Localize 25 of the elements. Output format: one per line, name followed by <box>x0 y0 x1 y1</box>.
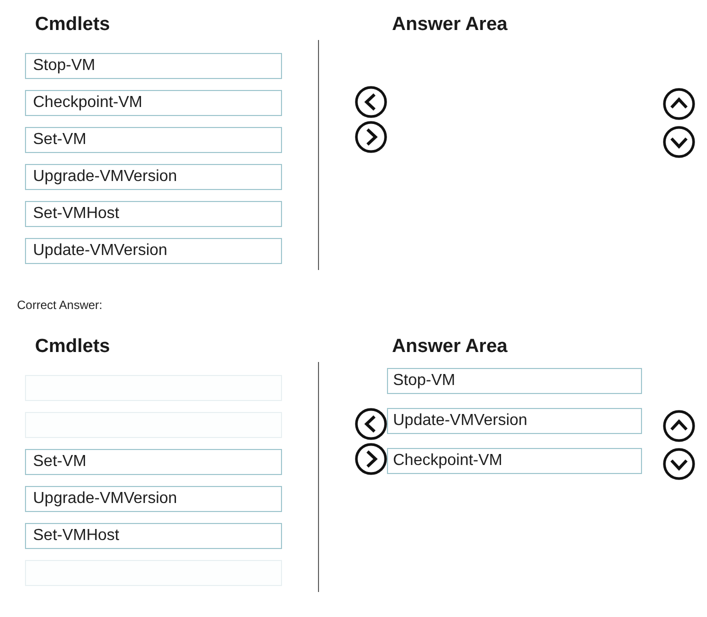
correct-answer-label: Correct Answer: <box>17 298 102 312</box>
answer-area-heading: Answer Area <box>391 335 508 359</box>
circled-right-chevron-icon[interactable] <box>355 443 387 475</box>
cmdlet-item[interactable]: Set-VM <box>25 449 282 475</box>
circled-right-chevron-icon[interactable] <box>355 121 387 153</box>
cmdlet-item[interactable]: Upgrade-VMVersion <box>25 164 282 190</box>
cmdlets-heading: Cmdlets <box>34 335 110 359</box>
cmdlet-item[interactable]: Upgrade-VMVersion <box>25 486 282 512</box>
cmdlet-item[interactable]: Stop-VM <box>25 53 282 79</box>
cmdlets-heading: Cmdlets <box>34 13 110 37</box>
answer-item[interactable]: Checkpoint-VM <box>387 448 642 474</box>
circled-left-chevron-icon[interactable] <box>355 408 387 440</box>
answer-item[interactable]: Stop-VM <box>387 368 642 394</box>
circled-down-chevron-icon[interactable] <box>663 126 695 158</box>
cmdlet-item[interactable]: Checkpoint-VM <box>25 90 282 116</box>
circled-up-chevron-icon[interactable] <box>663 88 695 120</box>
cmdlet-item[interactable]: Set-VMHost <box>25 523 282 549</box>
cmdlet-item[interactable]: Set-VM <box>25 127 282 153</box>
cmdlet-item[interactable]: Set-VMHost <box>25 201 282 227</box>
answer-item[interactable]: Update-VMVersion <box>387 408 642 434</box>
answer-area-heading: Answer Area <box>391 13 508 37</box>
circled-left-chevron-icon[interactable] <box>355 86 387 118</box>
circled-down-chevron-icon[interactable] <box>663 448 695 480</box>
circled-up-chevron-icon[interactable] <box>663 410 695 442</box>
cmdlet-item[interactable]: Update-VMVersion <box>25 238 282 264</box>
